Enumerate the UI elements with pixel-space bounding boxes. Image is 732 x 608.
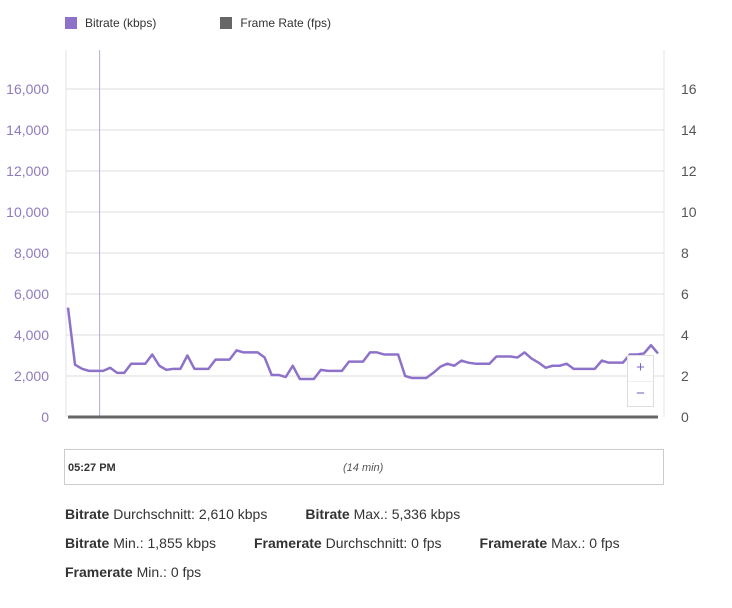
y-right-tick-label: 8	[681, 245, 689, 261]
y-axis-right-ticks: 0 2 4 6 8 10 12 14 16	[681, 81, 697, 425]
stat-framerate-avg: Framerate Durchschnitt: 0 fps	[253, 535, 442, 551]
legend-item-bitrate[interactable]: Bitrate (kbps)	[65, 16, 156, 30]
stat-bitrate-avg: Bitrate Durchschnitt: 2,610 kbps	[65, 506, 268, 522]
stat-framerate-min: Framerate Min.: 0 fps	[65, 564, 202, 580]
y-left-tick-label: 0	[41, 409, 49, 425]
legend-swatch-bitrate	[65, 17, 77, 29]
timeline-duration: (14 min)	[343, 462, 384, 474]
legend-swatch-framerate	[220, 17, 233, 29]
y-left-tick-label: 6,000	[14, 286, 49, 302]
stats-panel: Bitrate Durchschnitt: 2,610 kbps Bitrate…	[65, 506, 658, 593]
y-left-tick-label: 8,000	[14, 245, 49, 261]
series-layer	[66, 50, 659, 419]
y-left-tick-label: 16,000	[6, 81, 49, 97]
y-left-tick-label: 10,000	[6, 204, 49, 220]
legend-label-bitrate: Bitrate (kbps)	[85, 16, 157, 30]
stats-row: Framerate Min.: 0 fps	[65, 564, 658, 593]
y-right-tick-label: 0	[681, 409, 689, 425]
y-left-tick-label: 4,000	[14, 327, 49, 343]
y-right-tick-label: 2	[681, 368, 689, 384]
y-right-tick-label: 10	[681, 204, 697, 220]
legend-item-framerate[interactable]: Frame Rate (fps)	[220, 16, 331, 30]
y-right-tick-label: 12	[681, 163, 697, 179]
y-right-tick-label: 16	[681, 81, 697, 97]
stat-framerate-max: Framerate Max.: 0 fps	[479, 535, 620, 551]
y-left-tick-label: 2,000	[14, 368, 49, 384]
stat-bitrate-min: Bitrate Min.: 1,855 kbps	[65, 535, 216, 551]
y-right-tick-label: 6	[681, 286, 689, 302]
stats-row: Bitrate Durchschnitt: 2,610 kbps Bitrate…	[65, 506, 658, 535]
timeline-start-time: 05:27 PM	[68, 462, 116, 474]
y-right-tick-label: 4	[681, 327, 689, 343]
zoom-out-button[interactable]: −	[628, 381, 653, 407]
bitrate-framerate-chart: 0 2,000 4,000 6,000 8,000 10,000 12,000 14,000 1…	[6, 50, 697, 425]
chart-legend: Bitrate (kbps) Frame Rate (fps)	[65, 16, 395, 30]
y-axis-left-ticks: 0 2,000 4,000 6,000 8,000 10,000 12,000 14,000 1…	[6, 81, 49, 425]
stat-bitrate-max: Bitrate Max.: 5,336 kbps	[305, 506, 461, 522]
y-left-tick-label: 14,000	[6, 122, 49, 138]
legend-label-framerate: Frame Rate (fps)	[240, 16, 332, 30]
zoom-in-button[interactable]: +	[628, 356, 653, 381]
y-left-tick-label: 12,000	[6, 163, 49, 179]
bitrate-series-line	[66, 307, 659, 381]
timeline-navigator[interactable]: 05:27 PM (14 min)	[64, 449, 664, 485]
y-right-tick-label: 14	[681, 122, 697, 138]
zoom-controls: + −	[627, 355, 654, 407]
stats-row: Bitrate Min.: 1,855 kbps Framerate Durch…	[65, 535, 658, 564]
